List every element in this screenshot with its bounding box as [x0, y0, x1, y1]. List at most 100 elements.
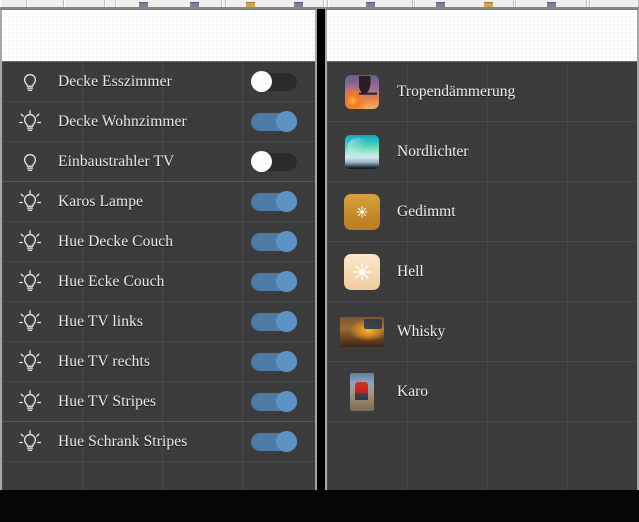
light-label: Hue TV Stripes — [58, 392, 157, 410]
light-toggle-switch[interactable] — [251, 391, 297, 412]
light-label: Decke Wohnzimmer — [58, 112, 187, 130]
whisky-photo-thumb[interactable] — [340, 316, 384, 347]
toolbar-group-10[interactable] — [415, 0, 514, 7]
toolbar-group-14[interactable] — [589, 0, 639, 7]
bottom-black-band — [0, 490, 639, 522]
light-row[interactable]: Hue TV links — [2, 302, 315, 342]
bulb-on-icon — [2, 189, 58, 214]
picture-icon[interactable] — [138, 2, 148, 7]
light-toggle-switch[interactable] — [251, 111, 297, 132]
bulb-on-icon — [2, 389, 58, 414]
scene-thumbnail-cell[interactable] — [327, 253, 397, 290]
scene-row[interactable]: Gedimmt — [327, 182, 637, 242]
light-row[interactable]: Hue Schrank Stripes — [2, 422, 315, 462]
scene-row[interactable]: Nordlichter — [327, 122, 637, 182]
scene-thumbnail-cell[interactable] — [327, 74, 397, 109]
light-toggle-switch[interactable] — [251, 231, 297, 252]
light-row[interactable]: Hue Ecke Couch — [2, 262, 315, 302]
switch-knob[interactable] — [276, 431, 297, 452]
toolbar-group-8[interactable] — [328, 0, 413, 7]
bulb-on-icon — [2, 229, 58, 254]
switch-knob[interactable] — [276, 351, 297, 372]
light-label: Hue Schrank Stripes — [58, 432, 188, 450]
scenes-panel: Tropendämmerung Nordlichter Gedimmt Hell Whi… — [325, 9, 639, 490]
scene-label: Karo — [397, 382, 428, 400]
scene-label: Whisky — [397, 322, 446, 340]
tropical-sunset-thumb[interactable] — [345, 74, 379, 109]
bulb-on-icon — [2, 109, 58, 134]
lights-panel: Decke Esszimmer Decke Wohnzimmer Einbaustr… — [0, 9, 317, 490]
light-row[interactable]: Karos Lampe — [2, 182, 315, 222]
switch-knob[interactable] — [276, 111, 297, 132]
lights-panel-header — [2, 10, 315, 62]
light-label: Einbaustrahler TV — [58, 152, 175, 170]
blank[interactable] — [41, 3, 50, 7]
light-row[interactable]: Hue TV Stripes — [2, 382, 315, 422]
switch-knob[interactable] — [276, 391, 297, 412]
dimmed-swatch-thumb[interactable] — [344, 193, 380, 230]
scenes-list: Tropendämmerung Nordlichter Gedimmt Hell Whi… — [327, 62, 637, 490]
scene-row[interactable]: Karo — [327, 362, 637, 422]
toolbar-group-0[interactable] — [0, 0, 28, 7]
light-label: Hue Decke Couch — [58, 232, 174, 250]
switch-knob[interactable] — [251, 151, 272, 172]
scene-row[interactable]: Hell — [327, 242, 637, 302]
scene-label: Hell — [397, 262, 424, 280]
toolbar-group-12[interactable] — [516, 0, 587, 7]
switch-knob[interactable] — [251, 71, 272, 92]
scene-thumbnail-cell[interactable] — [327, 316, 397, 347]
scenes-panel-header — [327, 10, 637, 62]
toolbar-group-1[interactable] — [27, 0, 65, 7]
picture-icon[interactable] — [190, 2, 200, 7]
switch-knob[interactable] — [276, 191, 297, 212]
lights-list: Decke Esszimmer Decke Wohnzimmer Einbaustr… — [2, 62, 315, 490]
light-toggle-switch[interactable] — [251, 271, 297, 292]
scene-label: Nordlichter — [397, 142, 469, 160]
light-toggle-switch[interactable] — [251, 191, 297, 212]
light-toggle-switch[interactable] — [251, 71, 297, 92]
toolbar-group-4[interactable] — [116, 0, 222, 7]
scene-row[interactable]: Whisky — [327, 302, 637, 362]
scene-thumbnail-cell[interactable] — [327, 134, 397, 169]
light-label: Hue TV rechts — [58, 352, 150, 370]
blank[interactable] — [9, 3, 18, 7]
toolbar-group-2[interactable] — [64, 0, 106, 7]
light-toggle-switch[interactable] — [251, 431, 297, 452]
light-toggle-switch[interactable] — [251, 351, 297, 372]
light-row[interactable]: Einbaustrahler TV — [2, 142, 315, 182]
scene-thumbnail-cell[interactable] — [327, 372, 397, 411]
picture-icon[interactable] — [435, 2, 445, 7]
switch-knob[interactable] — [276, 271, 297, 292]
color-icon[interactable] — [246, 2, 256, 7]
light-row[interactable]: Hue TV rechts — [2, 342, 315, 382]
light-row[interactable]: Hue Decke Couch — [2, 222, 315, 262]
bulb-on-icon — [2, 269, 58, 294]
bright-swatch-thumb[interactable] — [344, 253, 380, 290]
blank[interactable] — [80, 3, 89, 7]
toolbar-strip[interactable] — [0, 0, 639, 9]
sun-large-icon — [353, 262, 371, 281]
northern-lights-thumb[interactable] — [345, 134, 379, 169]
bulb-on-icon — [2, 349, 58, 374]
picture-icon[interactable] — [365, 2, 375, 7]
karo-photo-thumb[interactable] — [350, 372, 374, 411]
switch-knob[interactable] — [276, 311, 297, 332]
scene-label: Tropendämmerung — [397, 82, 516, 100]
bulb-off-icon — [2, 150, 58, 174]
light-toggle-switch[interactable] — [251, 311, 297, 332]
bulb-on-icon — [2, 429, 58, 454]
scene-thumbnail-cell[interactable] — [327, 193, 397, 230]
light-row[interactable]: Decke Esszimmer — [2, 62, 315, 102]
color-icon[interactable] — [484, 2, 494, 7]
light-toggle-switch[interactable] — [251, 151, 297, 172]
picture-icon[interactable] — [294, 2, 304, 7]
scene-label: Gedimmt — [397, 202, 456, 220]
toolbar-group-6[interactable] — [225, 0, 325, 7]
switch-knob[interactable] — [276, 231, 297, 252]
light-label: Karos Lampe — [58, 192, 144, 210]
light-row[interactable]: Decke Wohnzimmer — [2, 102, 315, 142]
scene-row[interactable]: Tropendämmerung — [327, 62, 637, 122]
picture-icon[interactable] — [547, 2, 557, 7]
toolbar-group-3[interactable] — [105, 0, 117, 7]
sun-small-icon — [356, 205, 368, 218]
